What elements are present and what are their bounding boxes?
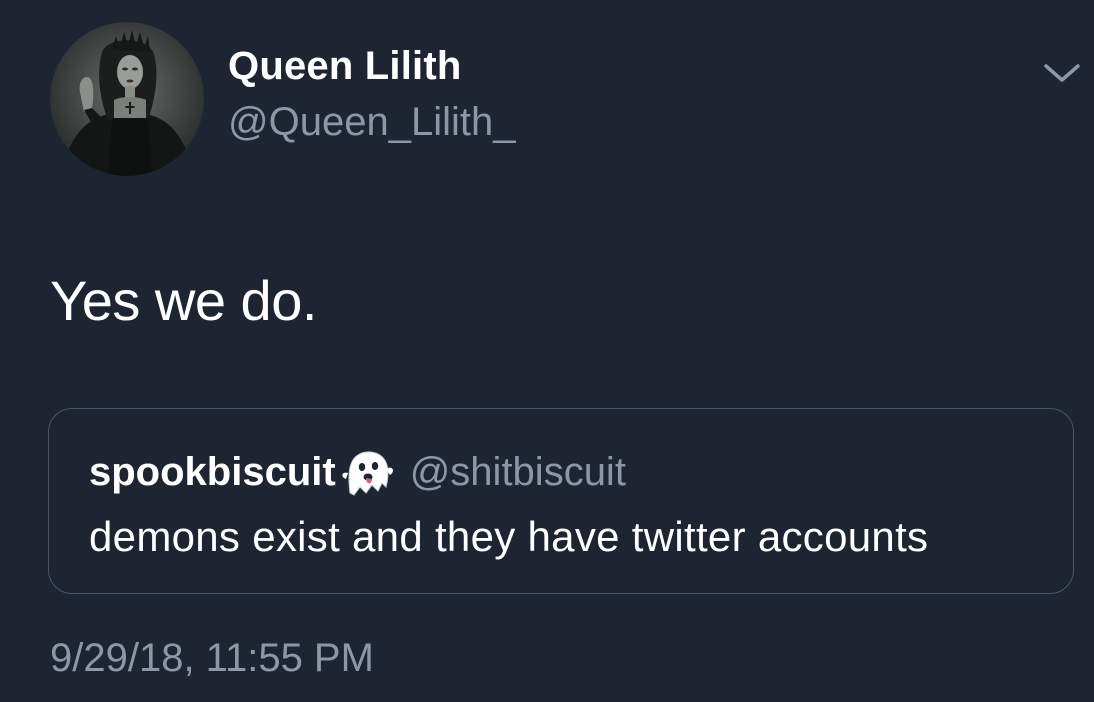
quoted-tweet-text: demons exist and they have twitter accou… — [89, 513, 929, 560]
quoted-tweet[interactable]: spookbiscuit @shitbiscuit demons exist a… — [48, 408, 1074, 594]
quoted-display-name: spookbiscuit — [89, 449, 336, 494]
tweet-card: Queen Lilith @Queen_Lilith_ Yes we do. s… — [0, 0, 1094, 702]
ghost-icon — [340, 447, 396, 497]
tweet-text: Yes we do. — [50, 269, 317, 332]
author-display-name[interactable]: Queen Lilith — [228, 44, 462, 89]
chevron-down-icon[interactable] — [1040, 58, 1084, 88]
gothic-woman-avatar-icon — [60, 30, 194, 176]
tweet-timestamp[interactable]: 9/29/18, 11:55 PM — [50, 636, 374, 681]
quoted-handle: @shitbiscuit — [409, 449, 626, 494]
author-handle[interactable]: @Queen_Lilith_ — [228, 100, 515, 145]
author-avatar[interactable] — [50, 22, 204, 176]
quoted-tweet-header: spookbiscuit @shitbiscuit — [89, 447, 626, 497]
